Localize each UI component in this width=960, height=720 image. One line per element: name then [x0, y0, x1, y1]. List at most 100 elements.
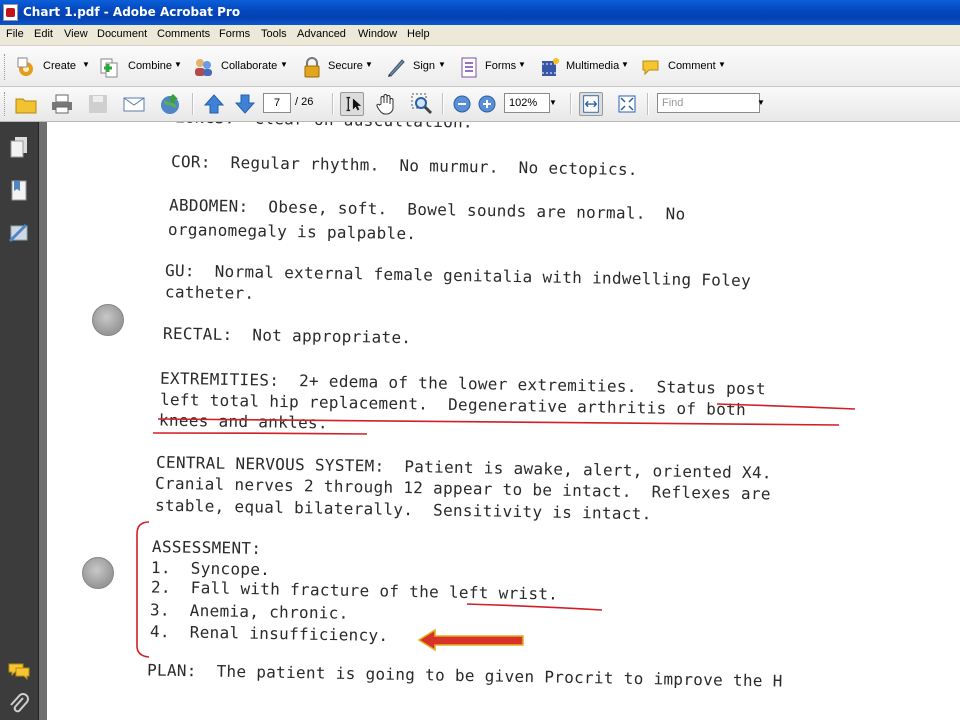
text-line-extremities-3: knees and ankles.: [158, 410, 329, 433]
speech-bubble-icon: [642, 60, 659, 76]
navigation-pane: [0, 122, 39, 720]
printer-icon[interactable]: [50, 92, 74, 116]
chevron-down-icon: ▼: [518, 60, 526, 69]
film-icon: [542, 58, 559, 76]
navigation-toolbar: 7 / 26 102% ▼ Find ▼: [0, 87, 960, 122]
toolbar-separator: [332, 93, 334, 115]
underline-annotation[interactable]: [466, 603, 603, 611]
chevron-down-icon: ▼: [438, 60, 446, 69]
punch-hole-image: [82, 557, 114, 589]
bracket-annotation[interactable]: [136, 521, 150, 658]
combine-button[interactable]: Combine ▼: [98, 54, 186, 80]
menu-bar: File Edit View Document Comments Forms T…: [0, 25, 960, 46]
comment-label: Comment: [668, 60, 716, 72]
forms-button[interactable]: Forms ▼: [458, 54, 530, 80]
page-number-input[interactable]: 7: [263, 93, 291, 113]
window-title: Chart 1.pdf - Adobe Acrobat Pro: [23, 5, 241, 19]
title-bar: Chart 1.pdf - Adobe Acrobat Pro: [0, 0, 960, 25]
pen-icon: [388, 59, 405, 77]
menu-advanced[interactable]: Advanced: [297, 28, 346, 40]
create-button[interactable]: Create ▼: [14, 54, 92, 80]
text-line-cor: COR: Regular rhythm. No murmur. No ectop…: [170, 151, 638, 180]
toolbar-separator: [442, 93, 444, 115]
sign-label: Sign: [413, 60, 436, 72]
text-line-abdomen-1: ABDOMEN: Obese, soft. Bowel sounds are n…: [168, 195, 686, 224]
zoom-level-input[interactable]: 102%: [504, 93, 550, 113]
chevron-down-icon: ▼: [718, 60, 726, 69]
multimedia-button[interactable]: Multimedia ▼: [539, 54, 631, 80]
text-line-rectal: RECTAL: Not appropriate.: [162, 323, 412, 348]
text-line-gu-2: catheter.: [164, 282, 255, 303]
text-line-assessment-3: 3. Anemia, chronic.: [149, 600, 349, 623]
collaborate-button[interactable]: Collaborate ▼: [192, 54, 292, 80]
document-viewer[interactable]: LUNGS: Clear on auscultation. COR: Regul…: [39, 122, 960, 720]
sign-button[interactable]: Sign ▼: [385, 54, 449, 80]
comment-button[interactable]: Comment ▼: [640, 54, 728, 80]
marquee-zoom-icon[interactable]: [410, 92, 434, 116]
text-line-assessment-1: 1. Syncope.: [150, 557, 271, 580]
full-screen-icon[interactable]: [615, 92, 639, 116]
chevron-down-icon: ▼: [280, 60, 288, 69]
hand-tool-icon[interactable]: [374, 92, 398, 116]
zoom-in-icon[interactable]: [475, 92, 499, 116]
find-input[interactable]: Find: [657, 93, 760, 113]
secure-label: Secure: [328, 60, 363, 72]
open-folder-icon[interactable]: [14, 92, 38, 116]
arrow-down-icon[interactable]: [233, 92, 257, 116]
menu-help[interactable]: Help: [407, 28, 430, 40]
text-line-assessment-2: 2. Fall with fracture of the left wrist.: [150, 577, 559, 604]
email-icon[interactable]: [122, 92, 146, 116]
multimedia-label: Multimedia: [566, 60, 620, 72]
menu-file[interactable]: File: [6, 28, 24, 40]
chevron-down-icon[interactable]: ▼: [549, 93, 561, 113]
chevron-down-icon: ▼: [365, 60, 373, 69]
combine-icon: [100, 58, 118, 78]
pdf-page: LUNGS: Clear on auscultation. COR: Regul…: [47, 122, 960, 720]
fit-width-icon[interactable]: [579, 92, 603, 116]
pdf-app-icon: [3, 4, 18, 21]
text-line-assessment-4: 4. Renal insufficiency.: [149, 621, 389, 646]
menu-tools[interactable]: Tools: [261, 28, 287, 40]
menu-view[interactable]: View: [64, 28, 88, 40]
create-icon: [17, 57, 33, 76]
forms-label: Forms: [485, 60, 517, 72]
save-icon[interactable]: [86, 92, 110, 116]
underline-annotation[interactable]: [152, 432, 368, 435]
comments-panel-icon[interactable]: [6, 658, 32, 684]
acrobat-window: Chart 1.pdf - Adobe Acrobat Pro File Edi…: [0, 0, 960, 720]
toolbar-separator: [647, 93, 649, 115]
chevron-down-icon: ▼: [621, 60, 629, 69]
toolbar-separator: [570, 93, 572, 115]
menu-edit[interactable]: Edit: [34, 28, 53, 40]
zoom-out-icon[interactable]: [450, 92, 474, 116]
globe-upload-icon[interactable]: [158, 92, 182, 116]
menu-window[interactable]: Window: [358, 28, 397, 40]
menu-forms[interactable]: Forms: [219, 28, 250, 40]
lock-icon: [304, 57, 320, 78]
form-icon: [461, 57, 477, 78]
arrow-up-icon[interactable]: [202, 92, 226, 116]
combine-label: Combine: [128, 60, 173, 72]
toolbar-grip[interactable]: [4, 92, 8, 116]
arrow-annotation-icon[interactable]: [417, 628, 524, 652]
punch-hole-image: [92, 304, 124, 336]
tasks-toolbar: Create ▼ Combine ▼ Collaborate ▼ Secure …: [0, 46, 960, 87]
attachments-paperclip-icon[interactable]: [6, 692, 32, 718]
pages-panel-icon[interactable]: [6, 134, 32, 160]
bookmarks-panel-icon[interactable]: [6, 178, 32, 204]
menu-comments[interactable]: Comments: [157, 28, 210, 40]
select-tool-icon[interactable]: [340, 92, 364, 116]
text-line-plan: PLAN: The patient is going to be given P…: [146, 660, 783, 691]
collaborate-icon: [195, 59, 212, 76]
collaborate-label: Collaborate: [221, 60, 278, 72]
create-label: Create: [43, 60, 77, 72]
chevron-down-icon[interactable]: ▼: [757, 93, 767, 113]
toolbar-grip[interactable]: [4, 54, 8, 80]
text-line-assessment: ASSESSMENT:: [151, 537, 262, 558]
secure-button[interactable]: Secure ▼: [301, 54, 376, 80]
chevron-down-icon: ▼: [82, 60, 90, 69]
page-total: / 26: [295, 96, 314, 108]
signatures-panel-icon[interactable]: [6, 220, 32, 246]
menu-document[interactable]: Document: [97, 28, 147, 40]
text-line-abdomen-2: organomegaly is palpable.: [167, 219, 417, 244]
